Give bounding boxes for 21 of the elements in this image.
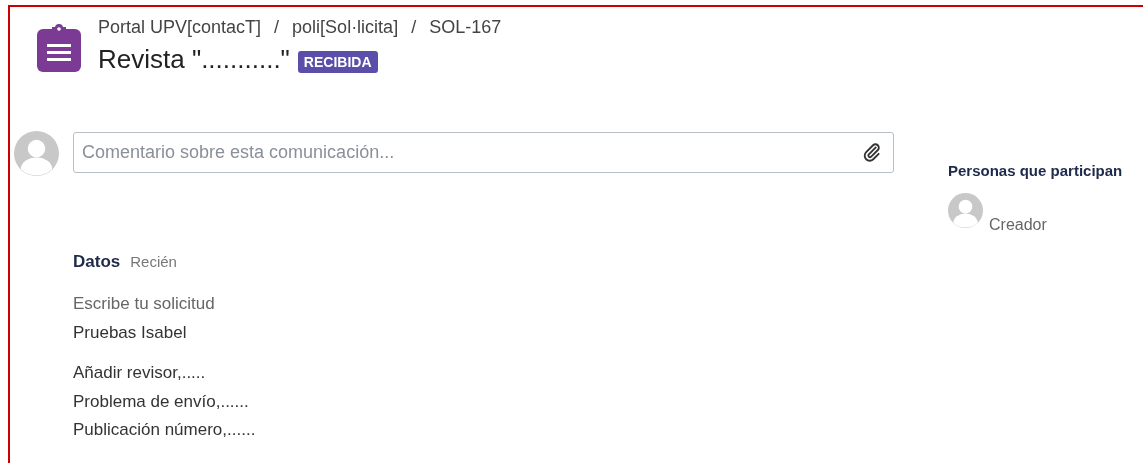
comment-field[interactable]: Comentario sobre esta comunicación... xyxy=(73,132,894,173)
message-line: Escribe tu solicitud xyxy=(73,293,216,315)
message-time: Recién xyxy=(130,253,177,270)
clipboard-icon xyxy=(36,23,82,73)
record-title: Revista "..........." xyxy=(98,44,290,75)
participants-heading: Personas que participan xyxy=(948,162,1123,179)
breadcrumb-item[interactable]: Portal UPV[contacT] xyxy=(98,17,262,38)
status-badge: RECIBIDA xyxy=(297,50,378,73)
paperclip-icon[interactable] xyxy=(862,142,882,162)
avatar-icon xyxy=(14,131,59,176)
breadcrumb-separator: / xyxy=(274,17,280,38)
message-line: Pruebas Isabel xyxy=(73,321,188,344)
message-line: Publicación número,...... xyxy=(73,419,257,441)
avatar-icon xyxy=(948,193,983,228)
message-author: Datos xyxy=(73,252,121,272)
message-line: Problema de envío,...... xyxy=(73,390,250,413)
breadcrumb-item: SOL-167 xyxy=(429,17,502,38)
breadcrumb-separator: / xyxy=(411,17,417,38)
message-line: Añadir revisor,..... xyxy=(73,362,207,384)
participant-role: Creador xyxy=(989,216,1047,234)
breadcrumb-item[interactable]: poli[Sol·licita] xyxy=(292,17,399,38)
